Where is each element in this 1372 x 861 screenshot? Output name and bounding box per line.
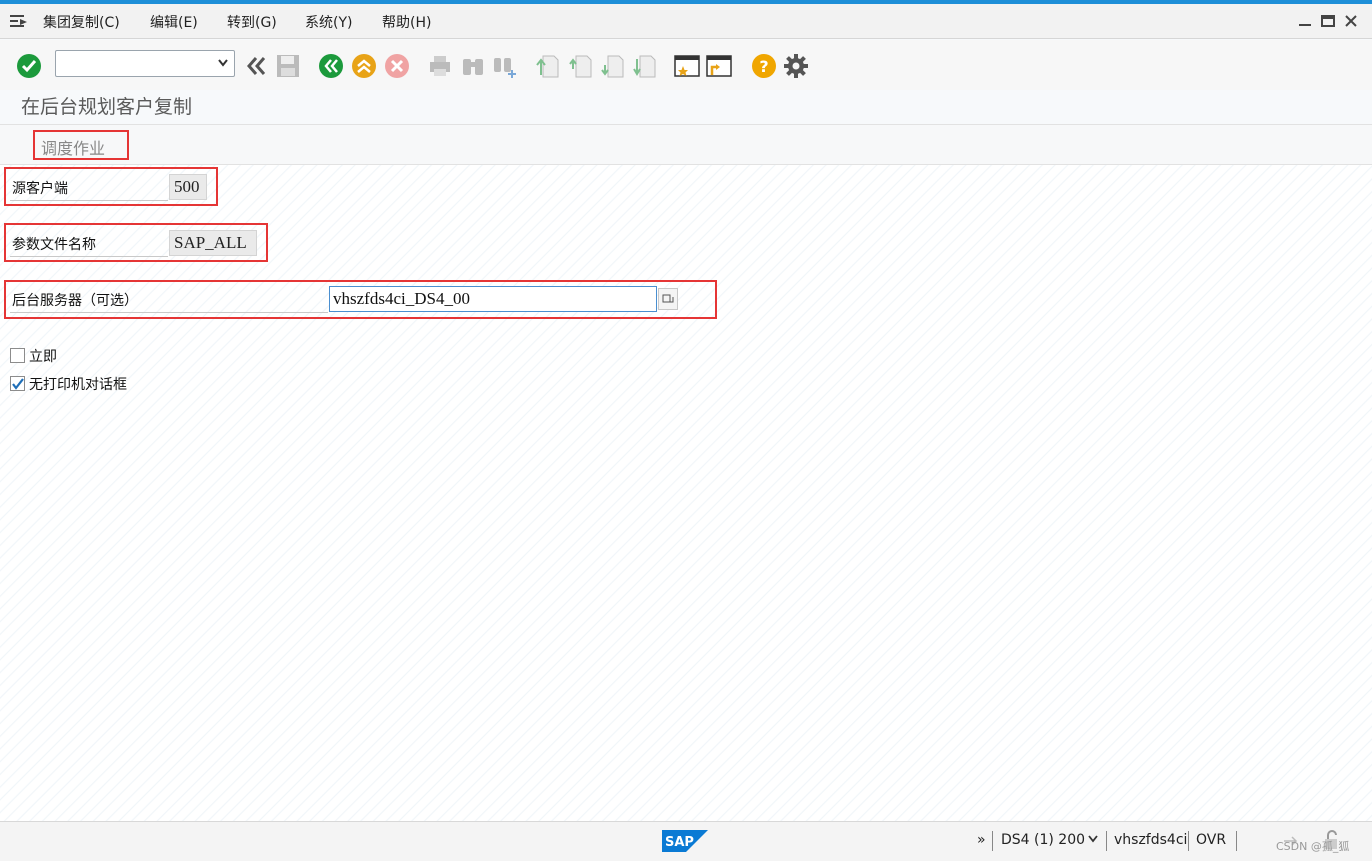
save-icon[interactable] <box>275 53 301 79</box>
server-label: 后台服务器（可选） <box>12 293 138 309</box>
no-print-dialog-checkbox[interactable] <box>10 376 25 391</box>
status-separator <box>992 831 993 851</box>
source-client-label: 源客户端 <box>12 181 68 197</box>
command-field[interactable] <box>55 50 235 77</box>
shortcut-icon[interactable] <box>706 53 732 79</box>
menu-goto[interactable]: 转到(G) <box>227 12 277 32</box>
immediate-checkbox[interactable] <box>10 348 25 363</box>
profile-label: 参数文件名称 <box>12 237 96 253</box>
watermark: CSDN @孤_狐 <box>1276 840 1350 853</box>
chevron-down-icon[interactable] <box>218 59 228 67</box>
status-server: vhszfds4ci <box>1114 832 1188 848</box>
double-chevron-left-icon[interactable] <box>243 53 269 79</box>
svg-text:?: ? <box>759 57 768 76</box>
menu-bar: 集团复制(C) 编辑(E) 转到(G) 系统(Y) 帮助(H) <box>0 4 1372 39</box>
maximize-icon[interactable] <box>1320 13 1336 29</box>
cancel-icon[interactable] <box>384 53 410 79</box>
selection-screen: 源客户端 500 参数文件名称 SAP_ALL 后台服务器（可选） vhszfd… <box>0 165 1372 821</box>
profile-field: SAP_ALL <box>169 230 257 256</box>
menu-client-copy[interactable]: 集团复制(C) <box>43 12 120 32</box>
label-underline <box>10 256 168 257</box>
status-expand-button[interactable]: » <box>977 832 986 848</box>
server-input[interactable]: vhszfds4ci_DS4_00 <box>329 286 657 312</box>
status-separator <box>1106 831 1107 851</box>
status-insert-mode[interactable]: OVR <box>1196 832 1226 848</box>
value-help-button[interactable] <box>658 288 678 310</box>
label-underline <box>10 200 168 201</box>
first-page-icon[interactable] <box>535 53 561 79</box>
close-icon[interactable] <box>1343 13 1359 29</box>
menu-system[interactable]: 系统(Y) <box>305 12 352 32</box>
status-system-info[interactable]: DS4 (1) 200 <box>1001 832 1085 848</box>
help-icon[interactable]: ? <box>751 53 777 79</box>
schedule-job-button[interactable]: 调度作业 <box>33 130 129 160</box>
next-page-icon[interactable] <box>600 53 626 79</box>
value-help-icon <box>662 294 674 303</box>
menu-help[interactable]: 帮助(H) <box>382 12 431 32</box>
status-bar: SAP » DS4 (1) 200 vhszfds4ci OVR CSDN @孤… <box>0 821 1372 861</box>
sap-logo: SAP <box>662 830 708 852</box>
source-client-field: 500 <box>169 174 207 200</box>
status-separator <box>1236 831 1237 851</box>
menu-icon[interactable] <box>10 14 28 28</box>
last-page-icon[interactable] <box>632 53 658 79</box>
minimize-icon[interactable] <box>1297 13 1313 29</box>
immediate-label: 立即 <box>29 349 57 365</box>
no-print-dialog-label: 无打印机对话框 <box>29 377 127 393</box>
chevron-down-icon[interactable] <box>1088 835 1098 843</box>
standard-toolbar: ? <box>0 40 1372 90</box>
page-title: 在后台规划客户复制 <box>21 96 193 118</box>
back-icon[interactable] <box>318 53 344 79</box>
status-separator <box>1188 831 1189 851</box>
settings-icon[interactable] <box>783 53 809 79</box>
prev-page-icon[interactable] <box>568 53 594 79</box>
exit-icon[interactable] <box>351 53 377 79</box>
svg-text:SAP: SAP <box>665 835 694 850</box>
enter-icon[interactable] <box>16 53 42 79</box>
new-session-icon[interactable] <box>674 53 700 79</box>
application-toolbar: 调度作业 <box>0 124 1372 165</box>
menu-edit[interactable]: 编辑(E) <box>150 12 198 32</box>
find-icon[interactable] <box>460 53 486 79</box>
command-input[interactable] <box>58 53 208 74</box>
checkmark-icon <box>12 378 24 390</box>
print-icon[interactable] <box>427 53 453 79</box>
find-next-icon[interactable] <box>492 53 518 79</box>
label-underline <box>10 312 328 313</box>
